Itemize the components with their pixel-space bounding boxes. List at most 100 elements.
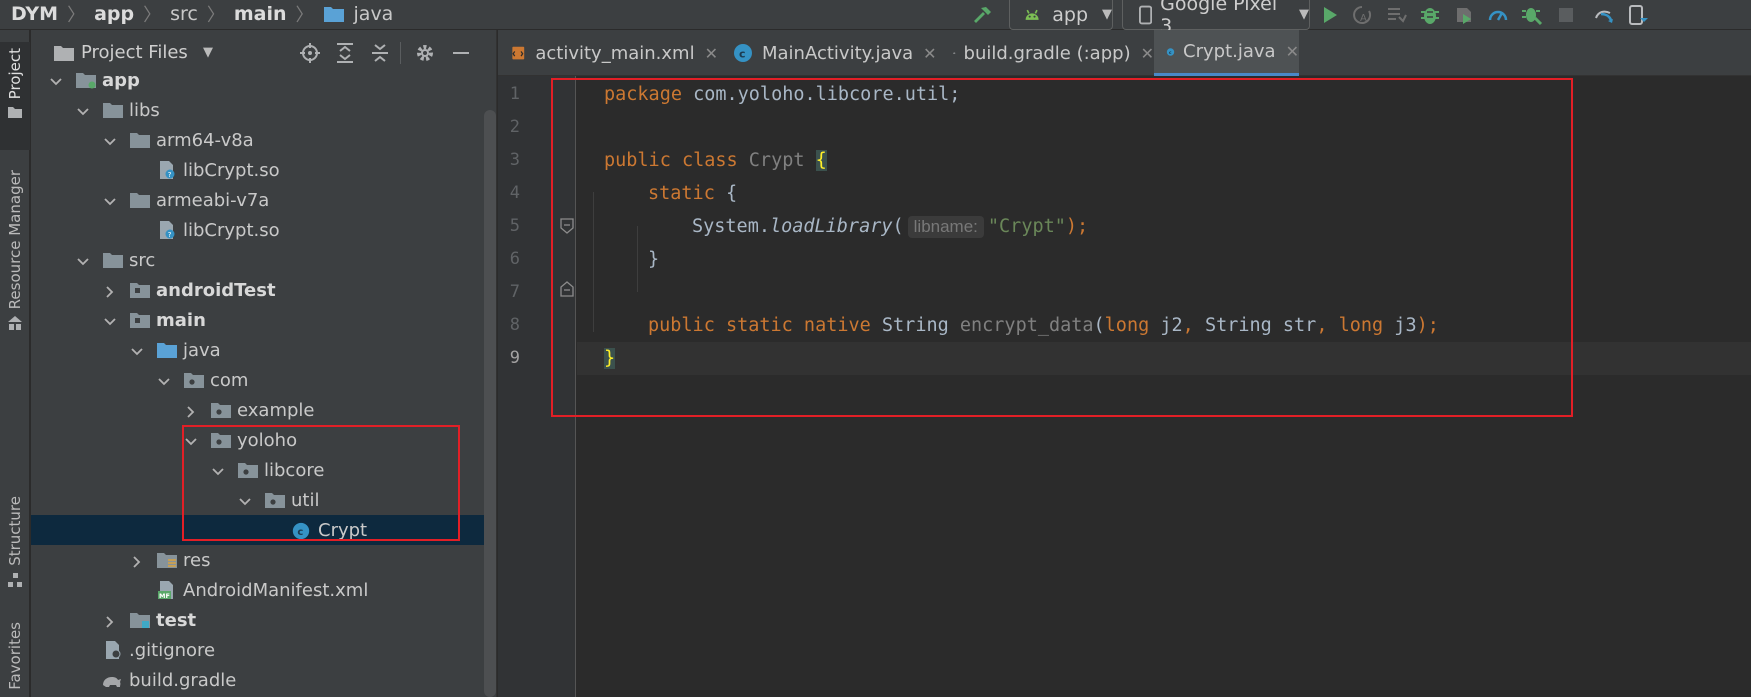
run-configuration-label: app <box>1052 3 1088 26</box>
tab-activity-main-xml[interactable]: activity_main.xml ✕ <box>498 30 718 76</box>
source-folder-icon <box>129 311 151 329</box>
breadcrumb-item-src[interactable]: src <box>167 3 201 25</box>
java-class-icon: c <box>734 44 752 62</box>
tree-item-label: libs <box>129 99 160 121</box>
tree-item-util[interactable]: util <box>31 485 496 515</box>
breadcrumb-separator: 〉 <box>143 5 162 26</box>
breadcrumb-item-main[interactable]: main <box>231 3 290 25</box>
chevron-down-icon[interactable]: ▼ <box>203 45 213 60</box>
chevron-down-icon[interactable] <box>157 373 171 387</box>
favorites-tool-window-button[interactable]: Favorites <box>0 620 30 697</box>
tree-item-test[interactable]: test <box>31 605 496 635</box>
expand-all-icon[interactable] <box>334 42 356 64</box>
attach-debugger-icon[interactable] <box>1521 4 1543 26</box>
chevron-down-icon[interactable] <box>103 133 117 147</box>
sync-gradle-icon[interactable] <box>1593 4 1615 26</box>
chevron-down-icon[interactable] <box>76 103 90 117</box>
structure-tool-window-button[interactable]: Structure <box>0 490 30 615</box>
tree-item-crypt[interactable]: c Crypt <box>31 515 496 545</box>
breadcrumb-item-java[interactable]: java <box>351 3 397 25</box>
manifest-file-icon: MF <box>156 581 178 600</box>
tree-item-res[interactable]: res <box>31 545 496 575</box>
structure-icon <box>8 572 22 587</box>
tab-mainactivity-java[interactable]: c MainActivity.java ✕ <box>718 30 939 76</box>
tab-crypt-java[interactable]: c Crypt.java ✕ <box>1154 30 1299 76</box>
stop-icon[interactable] <box>1555 4 1577 26</box>
project-view-selector[interactable]: Project Files <box>81 42 188 63</box>
tree-item-gitignore[interactable]: .gitignore <box>31 635 496 665</box>
tree-item-libcrypt-so[interactable]: ? libCrypt.so <box>31 155 496 185</box>
close-icon[interactable]: ✕ <box>705 44 718 63</box>
tree-item-libs[interactable]: libs <box>31 95 496 125</box>
tree-item-label: AndroidManifest.xml <box>183 579 369 601</box>
fold-marker-icon[interactable] <box>560 218 574 234</box>
tree-item-libcrypt-so[interactable]: ? libCrypt.so <box>31 215 496 245</box>
close-icon[interactable]: ✕ <box>1286 42 1299 61</box>
tree-item-java[interactable]: java <box>31 335 496 365</box>
package-icon <box>210 401 232 419</box>
chevron-down-icon[interactable] <box>184 433 198 447</box>
tree-item-yoloho[interactable]: yoloho <box>31 425 496 455</box>
tree-item-arm64-v8a[interactable]: arm64-v8a <box>31 125 496 155</box>
apply-code-changes-icon[interactable] <box>1385 4 1407 26</box>
run-configuration-dropdown[interactable]: app ▼ <box>1009 0 1113 30</box>
tree-item-build-gradle[interactable]: build.gradle <box>31 665 496 695</box>
gitignore-file-icon <box>102 641 124 659</box>
resource-manager-tool-window-button[interactable]: Resource Manager <box>0 164 30 360</box>
chevron-right-icon[interactable] <box>103 613 117 628</box>
close-icon[interactable]: ✕ <box>923 44 936 63</box>
project-tree-scrollbar[interactable] <box>484 110 496 697</box>
chevron-right-icon[interactable] <box>103 283 117 298</box>
chevron-down-icon[interactable] <box>130 343 144 357</box>
close-icon[interactable]: ✕ <box>1141 44 1154 63</box>
tree-item-main[interactable]: main <box>31 305 496 335</box>
run-icon[interactable] <box>1319 4 1341 26</box>
chevron-down-icon[interactable] <box>103 193 117 207</box>
line-number: 1 <box>509 84 520 104</box>
build-hammer-icon[interactable] <box>971 4 993 26</box>
locate-file-icon[interactable] <box>299 42 321 64</box>
chevron-down-icon[interactable] <box>76 253 90 267</box>
code-editor[interactable]: package com.yoloho.libcore.util; public … <box>577 76 1751 697</box>
code-line-1: package com.yoloho.libcore.util; <box>604 84 961 105</box>
tree-item-app[interactable]: app <box>31 65 496 95</box>
project-tool-window-button[interactable]: Project <box>0 42 30 150</box>
minimize-icon[interactable] <box>450 42 472 64</box>
tree-item-label: test <box>156 609 197 631</box>
breadcrumb: DYM 〉 app 〉 src 〉 main 〉 java <box>8 0 396 28</box>
breadcrumb-item-app[interactable]: app <box>91 3 137 25</box>
apply-changes-icon[interactable]: A <box>1351 4 1373 26</box>
tool-window-stripe: Project Resource Manager Structure Favor… <box>0 30 30 697</box>
test-folder-icon <box>129 611 151 629</box>
breadcrumb-item-dym[interactable]: DYM <box>8 3 61 25</box>
collapse-all-icon[interactable] <box>369 42 391 64</box>
package-icon <box>210 431 232 449</box>
device-manager-icon[interactable] <box>1627 4 1649 26</box>
debug-icon[interactable] <box>1419 4 1441 26</box>
tab-build-gradle-app[interactable]: build.gradle (:app) ✕ <box>939 30 1154 76</box>
tree-item-libcore[interactable]: libcore <box>31 455 496 485</box>
gear-icon[interactable] <box>414 42 436 64</box>
chevron-down-icon[interactable] <box>49 73 63 87</box>
tree-item-example[interactable]: example <box>31 395 496 425</box>
svg-text:?: ? <box>168 171 172 179</box>
unknown-file-icon: ? <box>156 161 178 179</box>
fold-marker-icon[interactable] <box>560 281 574 297</box>
run-with-coverage-icon[interactable] <box>1453 4 1475 26</box>
chevron-down-icon[interactable] <box>238 493 252 507</box>
tree-item-com[interactable]: com <box>31 365 496 395</box>
code-line-3: public class Crypt { <box>604 150 827 171</box>
chevron-right-icon[interactable] <box>130 553 144 568</box>
tree-item-androidmanifest-xml[interactable]: MF AndroidManifest.xml <box>31 575 496 605</box>
profile-icon[interactable] <box>1487 4 1509 26</box>
code-line-5: System. loadLibrary(libname: "Crypt"); <box>692 215 1089 238</box>
chevron-right-icon[interactable] <box>184 403 198 418</box>
editor-tabs: activity_main.xml ✕ c MainActivity.java … <box>498 30 1751 76</box>
device-selector-dropdown[interactable]: Google Pixel 3 ▼ <box>1122 0 1310 37</box>
tree-item-armeabi-v7a[interactable]: armeabi-v7a <box>31 185 496 215</box>
chevron-down-icon[interactable] <box>103 313 117 327</box>
tree-item-androidtest[interactable]: androidTest <box>31 275 496 305</box>
chevron-down-icon[interactable] <box>211 463 225 477</box>
tree-item-src[interactable]: src <box>31 245 496 275</box>
